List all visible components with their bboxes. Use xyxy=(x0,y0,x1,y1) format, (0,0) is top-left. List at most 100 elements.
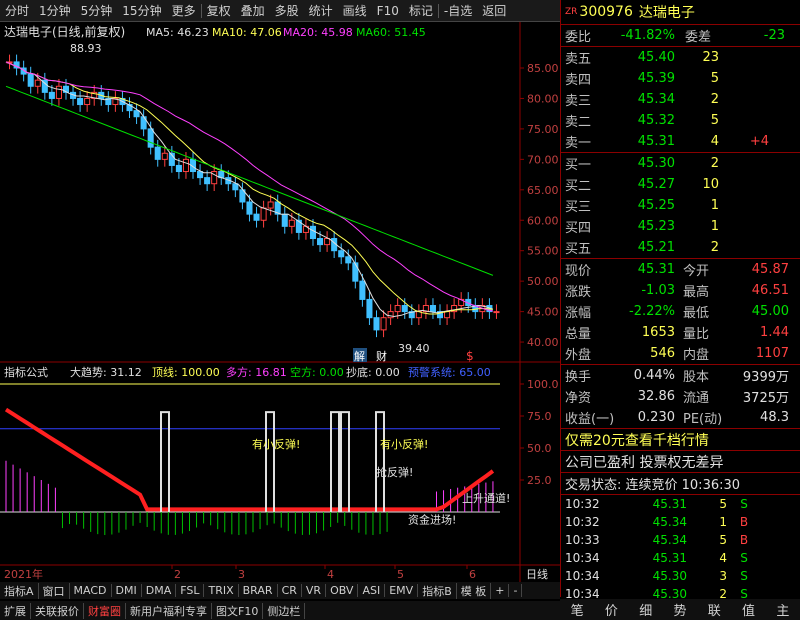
right-tab[interactable]: 主 xyxy=(766,600,800,619)
toolbar-item[interactable]: 复权 xyxy=(202,2,236,19)
candle xyxy=(345,256,352,264)
quote-row: 涨幅 -2.22% 最低 45.00 xyxy=(565,304,789,321)
candle xyxy=(359,280,366,300)
orderbook-row: 卖二 45.32 5 xyxy=(565,113,719,130)
indicator-tab[interactable]: + xyxy=(491,584,510,597)
candle xyxy=(204,177,211,185)
ind-tick: 25.0 xyxy=(527,474,552,487)
indicator-tab[interactable]: DMI xyxy=(112,584,142,597)
orderbook-row: 卖三 45.34 2 xyxy=(565,92,719,109)
indicator-tab[interactable]: FSL xyxy=(176,584,205,597)
ma10-label: MA10: 47.06 xyxy=(212,26,282,39)
price-tick: 45.00 xyxy=(527,306,559,319)
ind-tick: 100.0 xyxy=(527,378,559,391)
bottom-tab[interactable]: 扩展 xyxy=(0,602,31,619)
trade-status: 交易状态: 连续竞价 10:36:30 xyxy=(565,478,741,493)
toolbar-item[interactable]: 叠加 xyxy=(236,2,270,19)
bottom-tab[interactable]: 财富圈 xyxy=(84,602,126,619)
toolbar-item[interactable]: 更多 xyxy=(167,2,201,19)
indicator-tab[interactable]: TRIX xyxy=(204,584,239,597)
quote-row: 现价 45.31 今开 45.87 xyxy=(565,262,789,279)
candle xyxy=(232,183,239,191)
right-tab[interactable]: 联 xyxy=(697,600,731,619)
trade-row: 10:34 45.31 4 S xyxy=(565,551,748,565)
toolbar-item[interactable]: 1分钟 xyxy=(34,2,76,19)
toolbar-item[interactable]: 画线 xyxy=(338,2,372,19)
indicator-tab[interactable]: MACD xyxy=(70,584,112,597)
ma5-label: MA5: 46.23 xyxy=(146,26,209,39)
candle xyxy=(253,213,260,221)
toolbar-item[interactable]: -自选 xyxy=(439,2,477,19)
quote-row: 净资 32.86 流通 3725万 xyxy=(565,389,789,406)
right-tab[interactable]: 值 xyxy=(731,600,765,619)
right-tab[interactable]: 笔 xyxy=(560,600,594,619)
candle xyxy=(387,311,394,319)
bottom-tab[interactable]: 图文F10 xyxy=(212,602,264,619)
candle xyxy=(154,146,161,160)
candle xyxy=(161,152,168,160)
year-label: 2021年 xyxy=(4,567,43,581)
high-label: 88.93 xyxy=(70,42,102,55)
candle xyxy=(147,128,154,148)
indicator-tab[interactable]: 模 板 xyxy=(457,582,492,599)
trade-row: 10:33 45.34 5 B xyxy=(565,533,749,547)
ind-dqs: 大趋势: 31.12 xyxy=(70,365,142,379)
toolbar-item[interactable]: 标记 xyxy=(404,2,438,19)
right-tab[interactable]: 细 xyxy=(629,600,663,619)
indicator-tab[interactable]: BRAR xyxy=(239,584,278,597)
indicator-tab[interactable]: ASI xyxy=(358,584,386,597)
kline-chart[interactable]: 达瑞电子(日线,前复权) MA5: 46.23 MA10: 47.06 MA20: 4… xyxy=(0,22,560,597)
price-tick: 60.00 xyxy=(527,214,559,227)
price-tick: 85.00 xyxy=(527,62,559,75)
right-tab[interactable]: 价 xyxy=(594,600,628,619)
bottom-tab[interactable]: 侧边栏 xyxy=(263,602,306,619)
bottom-tabs: 扩展 关联报价 财富圈 新用户福利专享 图文F10 侧边栏 xyxy=(0,601,560,620)
toolbar-item[interactable]: 返回 xyxy=(477,2,511,19)
indicator-tab[interactable]: - xyxy=(509,584,523,597)
candle xyxy=(288,219,295,227)
quote-row: 涨跌 -1.03 最高 46.51 xyxy=(565,283,789,300)
low-label: 39.40 xyxy=(398,342,430,355)
indicator-tab[interactable]: CR xyxy=(278,584,302,597)
indicator-tabs: 指标A 窗口 MACD DMI DMA FSL TRIX BRAR CR VR OBV ASI EMV 指… xyxy=(0,582,560,599)
jie-label: 解 xyxy=(354,349,365,363)
weibi-row: 委比 -41.82% 委差 -23 xyxy=(565,28,785,45)
indicator-tab[interactable]: VR xyxy=(302,584,327,597)
bottom-tab[interactable]: 新用户福利专享 xyxy=(126,602,212,619)
toolbar-item[interactable]: 5分钟 xyxy=(76,2,118,19)
ind-dx: 顶线: 100.00 xyxy=(152,365,220,379)
candle xyxy=(394,305,401,313)
month-label: 3 xyxy=(238,568,245,581)
indicator-tab[interactable]: 指标A xyxy=(0,582,39,599)
right-tab[interactable]: 势 xyxy=(663,600,697,619)
toolbar-item[interactable]: 分时 xyxy=(0,2,34,19)
period-toolbar: 分时 1分钟 5分钟 15分钟 更多 复权 叠加 多股 统计 画线 F10 标记 -自选 返回 xyxy=(0,0,560,22)
toolbar-item[interactable]: 统计 xyxy=(304,2,338,19)
right-bottom-tabs: 笔价细势联值主 xyxy=(560,599,800,620)
cai-label: 财 xyxy=(376,349,387,363)
bottom-tab[interactable]: 关联报价 xyxy=(31,602,84,619)
price-tick: 80.00 xyxy=(527,92,559,105)
indicator-tab[interactable]: EMV xyxy=(385,584,419,597)
indicator-tab[interactable]: 窗口 xyxy=(39,582,70,599)
ind-title: 指标公式 xyxy=(4,365,48,379)
candle xyxy=(309,225,317,240)
ind-kf: 空方: 0.00 xyxy=(290,365,344,379)
candle xyxy=(493,311,500,314)
indicator-tab[interactable]: DMA xyxy=(142,584,177,597)
ad-banner[interactable]: 仅需20元查看千档行情 xyxy=(561,429,800,450)
month-label: 5 xyxy=(397,568,404,581)
indicator-tab[interactable]: OBV xyxy=(326,584,359,597)
indicator-tab[interactable]: 指标B xyxy=(418,582,457,599)
toolbar-item[interactable]: F10 xyxy=(372,4,404,18)
price-tick: 70.00 xyxy=(527,153,559,166)
orderbook-row: 卖四 45.39 5 xyxy=(565,71,719,88)
quote-row: 换手 0.44% 股本 9399万 xyxy=(565,368,789,385)
price-tick: 65.00 xyxy=(527,184,559,197)
label-rebound-1: 有小反弹! xyxy=(252,437,300,451)
toolbar-item[interactable]: 多股 xyxy=(270,2,304,19)
orderbook-row: 卖五 45.40 23 xyxy=(565,50,719,67)
toolbar-item[interactable]: 15分钟 xyxy=(117,2,166,19)
label-uptrend: 上升通道! xyxy=(462,491,510,505)
trade-row: 10:32 45.31 5 S xyxy=(565,497,748,511)
